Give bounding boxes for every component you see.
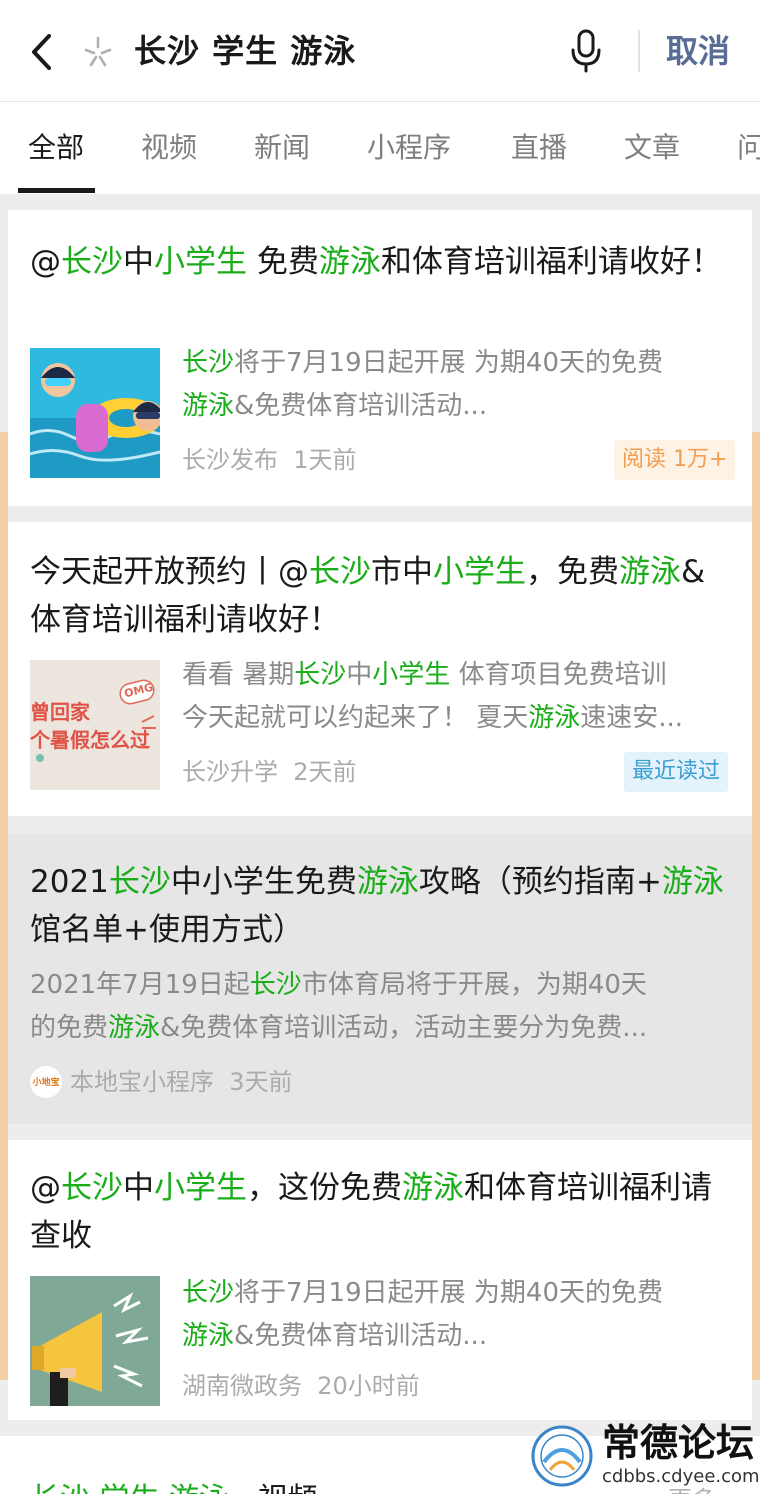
megaphone-image: [30, 1276, 160, 1406]
result-thumbnail: OMG 曾回家 个暑假怎么过: [30, 660, 160, 790]
result-snippet: 看看 暑期长沙中小学生 体育项目免费培训: [182, 660, 667, 690]
tab-article[interactable]: 文章: [624, 128, 680, 168]
microphone-icon[interactable]: [566, 28, 606, 74]
result-title: @长沙中小学生 免费游泳和体育培训福利请收好！: [30, 244, 722, 280]
tab-question[interactable]: 问: [737, 128, 760, 168]
search-input[interactable]: 长沙 学生 游泳: [134, 26, 356, 76]
result-card[interactable]: 今天起开放预约丨@长沙市中小学生，免费游泳&体育培训福利请收好！ OMG 曾回家…: [8, 522, 752, 816]
result-snippet: 长沙将于7月19日起开展 为期40天的免费: [182, 348, 663, 378]
sparkle-icon: [84, 36, 112, 67]
result-source[interactable]: 长沙升学: [182, 758, 278, 786]
watermark-name: 常德论坛: [602, 1420, 755, 1465]
result-snippet: 的免费游泳&免费体育培训活动，活动主要分为免费...: [30, 1013, 648, 1043]
result-meta: 本地宝小程序 3天前: [70, 1064, 293, 1100]
forum-watermark: 常德论坛 cdbbs.cdyee.com: [530, 1420, 760, 1494]
search-bar: 长沙 学生 游泳 取消: [0, 0, 760, 102]
right-edge-strip: [752, 432, 760, 1380]
divider: [638, 30, 640, 72]
result-title: 2021长沙中小学生免费游泳攻略（预约指南+游泳馆名单+使用方式）: [30, 864, 724, 948]
result-snippet: 游泳&免费体育培训活动...: [182, 1321, 488, 1351]
thumb-caption: 曾回家: [30, 700, 90, 724]
thumb-caption: 个暑假怎么过: [30, 728, 150, 752]
category-tabs: 全部 视频 新闻 小程序 直播 文章 问: [0, 102, 760, 194]
back-arrow-icon[interactable]: [22, 30, 62, 74]
result-thumbnail: [30, 348, 160, 478]
swimming-kids-image: [30, 348, 160, 478]
mini-program-avatar: 小地宝: [30, 1066, 62, 1098]
left-edge-strip: [0, 432, 8, 1380]
result-snippet: 长沙将于7月19日起开展 为期40天的免费: [182, 1278, 663, 1308]
result-meta: 长沙发布 1天前: [182, 442, 357, 478]
result-meta: 湖南微政务 20小时前: [182, 1368, 420, 1404]
tab-mini-program[interactable]: 小程序: [367, 128, 451, 168]
result-time: 1天前: [293, 446, 357, 474]
result-meta: 长沙升学 2天前: [182, 754, 357, 790]
result-snippet: 游泳&免费体育培训活动...: [182, 391, 488, 421]
cancel-button[interactable]: 取消: [666, 26, 730, 76]
result-thumbnail: [30, 1276, 160, 1406]
result-card[interactable]: 2021长沙中小学生免费游泳攻略（预约指南+游泳馆名单+使用方式） 2021年7…: [8, 834, 752, 1124]
result-snippet: 今天起就可以约起来了！ 夏天游泳速速安...: [182, 703, 684, 733]
result-source[interactable]: 湖南微政务: [182, 1372, 302, 1400]
recently-read-badge: 最近读过: [624, 752, 729, 792]
result-source[interactable]: 本地宝小程序: [70, 1068, 214, 1096]
result-time: 20小时前: [317, 1372, 420, 1400]
result-source[interactable]: 长沙发布: [182, 446, 278, 474]
result-card[interactable]: @长沙中小学生 免费游泳和体育培训福利请收好！ 长沙将于7月19日起开展 为期4…: [8, 210, 752, 506]
forum-seal-logo: [531, 1425, 593, 1487]
read-count-badge: 阅读 1万+: [614, 440, 736, 480]
avatar-text: 小地宝: [32, 1078, 60, 1088]
tab-live[interactable]: 直播: [511, 128, 567, 168]
result-time: 3天前: [229, 1068, 293, 1096]
video-section-title: 长沙 学生 游泳 · 视频: [30, 1478, 318, 1494]
result-card[interactable]: @长沙中小学生，这份免费游泳和体育培训福利请查收 长沙将于7月19日起开展 为期…: [8, 1140, 752, 1420]
result-title: 今天起开放预约丨@长沙市中小学生，免费游泳&体育培训福利请收好！: [30, 554, 706, 638]
result-time: 2天前: [293, 758, 357, 786]
active-tab-indicator: [18, 188, 95, 193]
tab-video[interactable]: 视频: [141, 128, 197, 168]
tab-news[interactable]: 新闻: [254, 128, 310, 168]
watermark-url: cdbbs.cdyee.com: [602, 1466, 760, 1487]
result-title: @长沙中小学生，这份免费游泳和体育培训福利请查收: [30, 1170, 712, 1254]
result-snippet: 2021年7月19日起长沙市体育局将于开展，为期40天: [30, 970, 647, 1000]
tab-all[interactable]: 全部: [28, 128, 84, 168]
